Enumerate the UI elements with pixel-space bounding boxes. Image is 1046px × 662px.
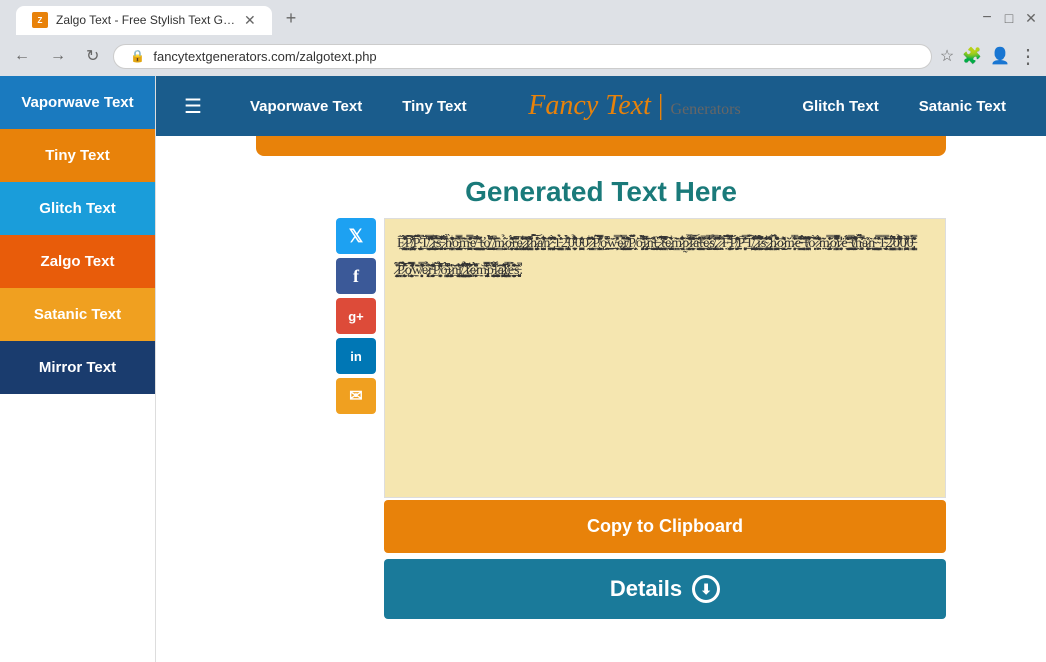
active-tab[interactable]: Z Zalgo Text - Free Stylish Text Gen... … <box>16 6 272 35</box>
bookmark-icon[interactable]: ☆ <box>940 46 954 66</box>
minimize-button[interactable]: − <box>980 11 994 25</box>
new-tab-button[interactable]: + <box>274 2 309 35</box>
top-navigation: ☰ Vaporwave Text Tiny Text Fancy Text | … <box>156 76 1046 136</box>
google-share-button[interactable]: g+ <box>336 298 376 334</box>
details-down-icon: ⬇ <box>692 575 720 603</box>
tab-close-icon[interactable]: ✕ <box>244 12 256 29</box>
logo-fancy-text: Fancy <box>528 90 598 121</box>
sidebar: Vaporwave Text Tiny Text Glitch Text Zal… <box>0 76 156 662</box>
sidebar-item-vaporwave[interactable]: Vaporwave Text <box>0 76 155 129</box>
logo-generators: Generators <box>671 101 741 118</box>
site-logo[interactable]: Fancy Text | Generators <box>487 90 783 122</box>
sidebar-item-tiny[interactable]: Tiny Text <box>0 129 155 182</box>
generated-title: Generated Text Here <box>156 156 1046 218</box>
tab-title: Zalgo Text - Free Stylish Text Gen... <box>56 13 236 27</box>
text-output-container: F̷̨͕̬̰̖͉͚͍̥̪͑̈̊͊̅́͒̚P̸̡̨̪͓̦̳̪͓͇͓̤̱̤̓͋̀̈̂… <box>384 218 946 619</box>
social-share-bar: 𝕏 f g+ in ✉ <box>336 218 376 619</box>
output-section: 𝕏 f g+ in ✉ <box>156 218 1046 619</box>
facebook-icon: f <box>353 266 359 287</box>
top-button-partial <box>256 136 946 156</box>
linkedin-share-button[interactable]: in <box>336 338 376 374</box>
refresh-button[interactable]: ↻ <box>80 44 105 68</box>
zalgo-text-content: F̷̨͕̬̰̖͉͚͍̥̪͑̈̊͊̅́͒̚P̸̡̨̪͓̦̳̪͓͇͓̤̱̤̓͋̀̈̂… <box>397 231 933 284</box>
logo-text2: Text <box>605 90 651 121</box>
sidebar-item-zalgo[interactable]: Zalgo Text <box>0 235 155 288</box>
address-bar[interactable]: 🔒 fancytextgenerators.com/zalgotext.php <box>113 44 931 69</box>
copy-to-clipboard-button[interactable]: Copy to Clipboard <box>384 500 946 553</box>
sidebar-item-mirror[interactable]: Mirror Text <box>0 341 155 394</box>
logo-separator: | <box>658 90 664 121</box>
forward-button[interactable]: → <box>44 45 72 67</box>
zalgo-text-output[interactable]: F̷̨͕̬̰̖͉͚͍̥̪͑̈̊͊̅́͒̚P̸̡̨̪͓̦̳̪͓͇͓̤̱̤̓͋̀̈̂… <box>384 218 946 498</box>
menu-icon[interactable]: ⋮ <box>1018 44 1038 69</box>
sidebar-item-glitch[interactable]: Glitch Text <box>0 182 155 235</box>
twitter-share-button[interactable]: 𝕏 <box>336 218 376 254</box>
sidebar-item-satanic[interactable]: Satanic Text <box>0 288 155 341</box>
lock-icon: 🔒 <box>130 49 145 63</box>
nav-vaporwave[interactable]: Vaporwave Text <box>230 98 382 115</box>
extensions-icon[interactable]: 🧩 <box>962 46 982 66</box>
profile-icon[interactable]: 👤 <box>990 46 1010 66</box>
details-button[interactable]: Details ⬇ <box>384 559 946 619</box>
linkedin-icon: in <box>350 349 362 364</box>
twitter-icon: 𝕏 <box>349 226 364 247</box>
maximize-button[interactable]: □ <box>1002 11 1016 25</box>
hamburger-menu[interactable]: ☰ <box>176 86 210 127</box>
nav-tiny[interactable]: Tiny Text <box>382 98 486 115</box>
main-content: ☰ Vaporwave Text Tiny Text Fancy Text | … <box>156 76 1046 662</box>
url-text: fancytextgenerators.com/zalgotext.php <box>153 49 914 64</box>
email-share-button[interactable]: ✉ <box>336 378 376 414</box>
close-button[interactable]: ✕ <box>1024 11 1038 25</box>
nav-satanic[interactable]: Satanic Text <box>899 98 1026 115</box>
back-button[interactable]: ← <box>8 45 36 67</box>
google-icon: g+ <box>348 309 364 324</box>
facebook-share-button[interactable]: f <box>336 258 376 294</box>
tab-favicon: Z <box>32 12 48 28</box>
content-area: Generated Text Here 𝕏 f g+ in <box>156 136 1046 619</box>
email-icon: ✉ <box>349 386 362 406</box>
nav-glitch[interactable]: Glitch Text <box>782 98 898 115</box>
